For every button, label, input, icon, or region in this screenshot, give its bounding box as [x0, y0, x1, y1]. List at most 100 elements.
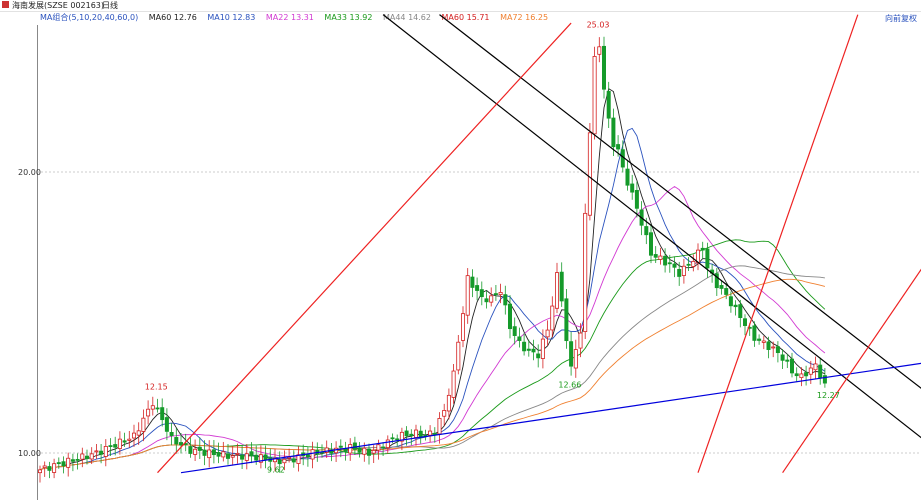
candle — [804, 365, 809, 386]
candle-body — [611, 117, 616, 148]
ma-line-60 — [39, 265, 825, 471]
candle — [211, 439, 216, 464]
candle — [343, 441, 348, 461]
candle — [310, 441, 315, 469]
candle-body — [211, 449, 216, 456]
candle-body — [249, 451, 254, 457]
candle-body — [569, 341, 574, 367]
candle — [451, 364, 456, 404]
candle — [136, 422, 141, 445]
candle — [258, 445, 263, 469]
price-annotation: 12.66 — [558, 380, 581, 389]
candle — [80, 447, 85, 468]
candle-body — [512, 326, 517, 336]
candle-body — [451, 370, 456, 398]
candle — [794, 367, 799, 383]
candle-body — [658, 255, 663, 260]
candle — [677, 261, 682, 286]
candle-body — [771, 346, 776, 349]
candle — [319, 444, 324, 458]
candle — [775, 341, 780, 363]
candle-body — [573, 349, 578, 369]
candle-body — [766, 341, 771, 350]
candle-body — [428, 430, 433, 436]
trendline-4[interactable] — [697, 14, 859, 473]
candle — [484, 290, 489, 309]
candle — [169, 423, 174, 446]
candle — [188, 436, 193, 458]
candle-body — [127, 438, 132, 441]
candle-body — [174, 437, 179, 445]
candle — [456, 335, 461, 375]
candle — [592, 46, 597, 140]
candle-body — [479, 289, 484, 298]
candle — [103, 439, 108, 467]
candle-body — [531, 348, 536, 353]
candle-body — [663, 255, 668, 266]
candle — [38, 465, 43, 483]
candle-body — [578, 332, 583, 349]
candle-body — [559, 271, 564, 302]
candle-body — [94, 450, 99, 453]
candle-body — [254, 454, 259, 461]
candle-body — [507, 303, 512, 330]
candle — [442, 403, 447, 426]
candle-body — [681, 265, 686, 276]
candle — [757, 334, 762, 345]
candle-body — [244, 453, 249, 461]
trendline-1[interactable] — [439, 14, 921, 456]
candle-body — [790, 358, 795, 374]
candle-body — [672, 263, 677, 268]
candle — [503, 285, 508, 315]
candle-body — [150, 405, 155, 410]
candle — [785, 354, 790, 369]
candle — [94, 443, 99, 459]
candle-body — [38, 469, 43, 474]
candle — [790, 352, 795, 378]
candle — [818, 357, 823, 385]
candle-body — [677, 269, 682, 277]
candle — [230, 445, 235, 466]
candle-body — [291, 458, 296, 463]
candle — [564, 288, 569, 349]
candle-body — [493, 293, 498, 295]
candle — [357, 442, 362, 458]
candle-body — [385, 439, 390, 448]
candle — [517, 327, 522, 348]
candle — [470, 269, 475, 298]
candle — [733, 300, 738, 316]
price-annotation: 12.15 — [145, 383, 168, 392]
candle-body — [277, 459, 282, 465]
candle — [329, 442, 334, 462]
candle-body — [413, 429, 418, 438]
candle-body — [310, 449, 315, 460]
candle-body — [235, 453, 240, 455]
candle-body — [141, 417, 146, 432]
candle-body — [240, 454, 245, 460]
trendline-3[interactable] — [157, 22, 572, 474]
candle — [42, 461, 47, 477]
candle — [761, 336, 766, 350]
candle-body — [785, 359, 790, 362]
candle-body — [437, 418, 442, 435]
candle-body — [616, 144, 621, 150]
candle — [653, 246, 658, 263]
candle-body — [597, 46, 602, 55]
candle-body — [47, 466, 52, 471]
candle-body — [602, 45, 607, 90]
candle-body — [89, 453, 94, 460]
candle — [216, 442, 221, 464]
candle-body — [719, 285, 724, 289]
candle-body — [545, 329, 550, 338]
candle-body — [80, 453, 85, 460]
candle-body — [818, 364, 823, 379]
candle — [465, 268, 470, 324]
candle — [61, 456, 66, 474]
y-tick-label-10: 10.00 — [18, 449, 41, 458]
candle-body — [197, 446, 202, 451]
candle — [780, 349, 785, 370]
candle-body — [160, 407, 165, 421]
candle-body — [263, 454, 268, 461]
candle-body — [634, 190, 639, 209]
trendline-5[interactable] — [782, 183, 921, 474]
